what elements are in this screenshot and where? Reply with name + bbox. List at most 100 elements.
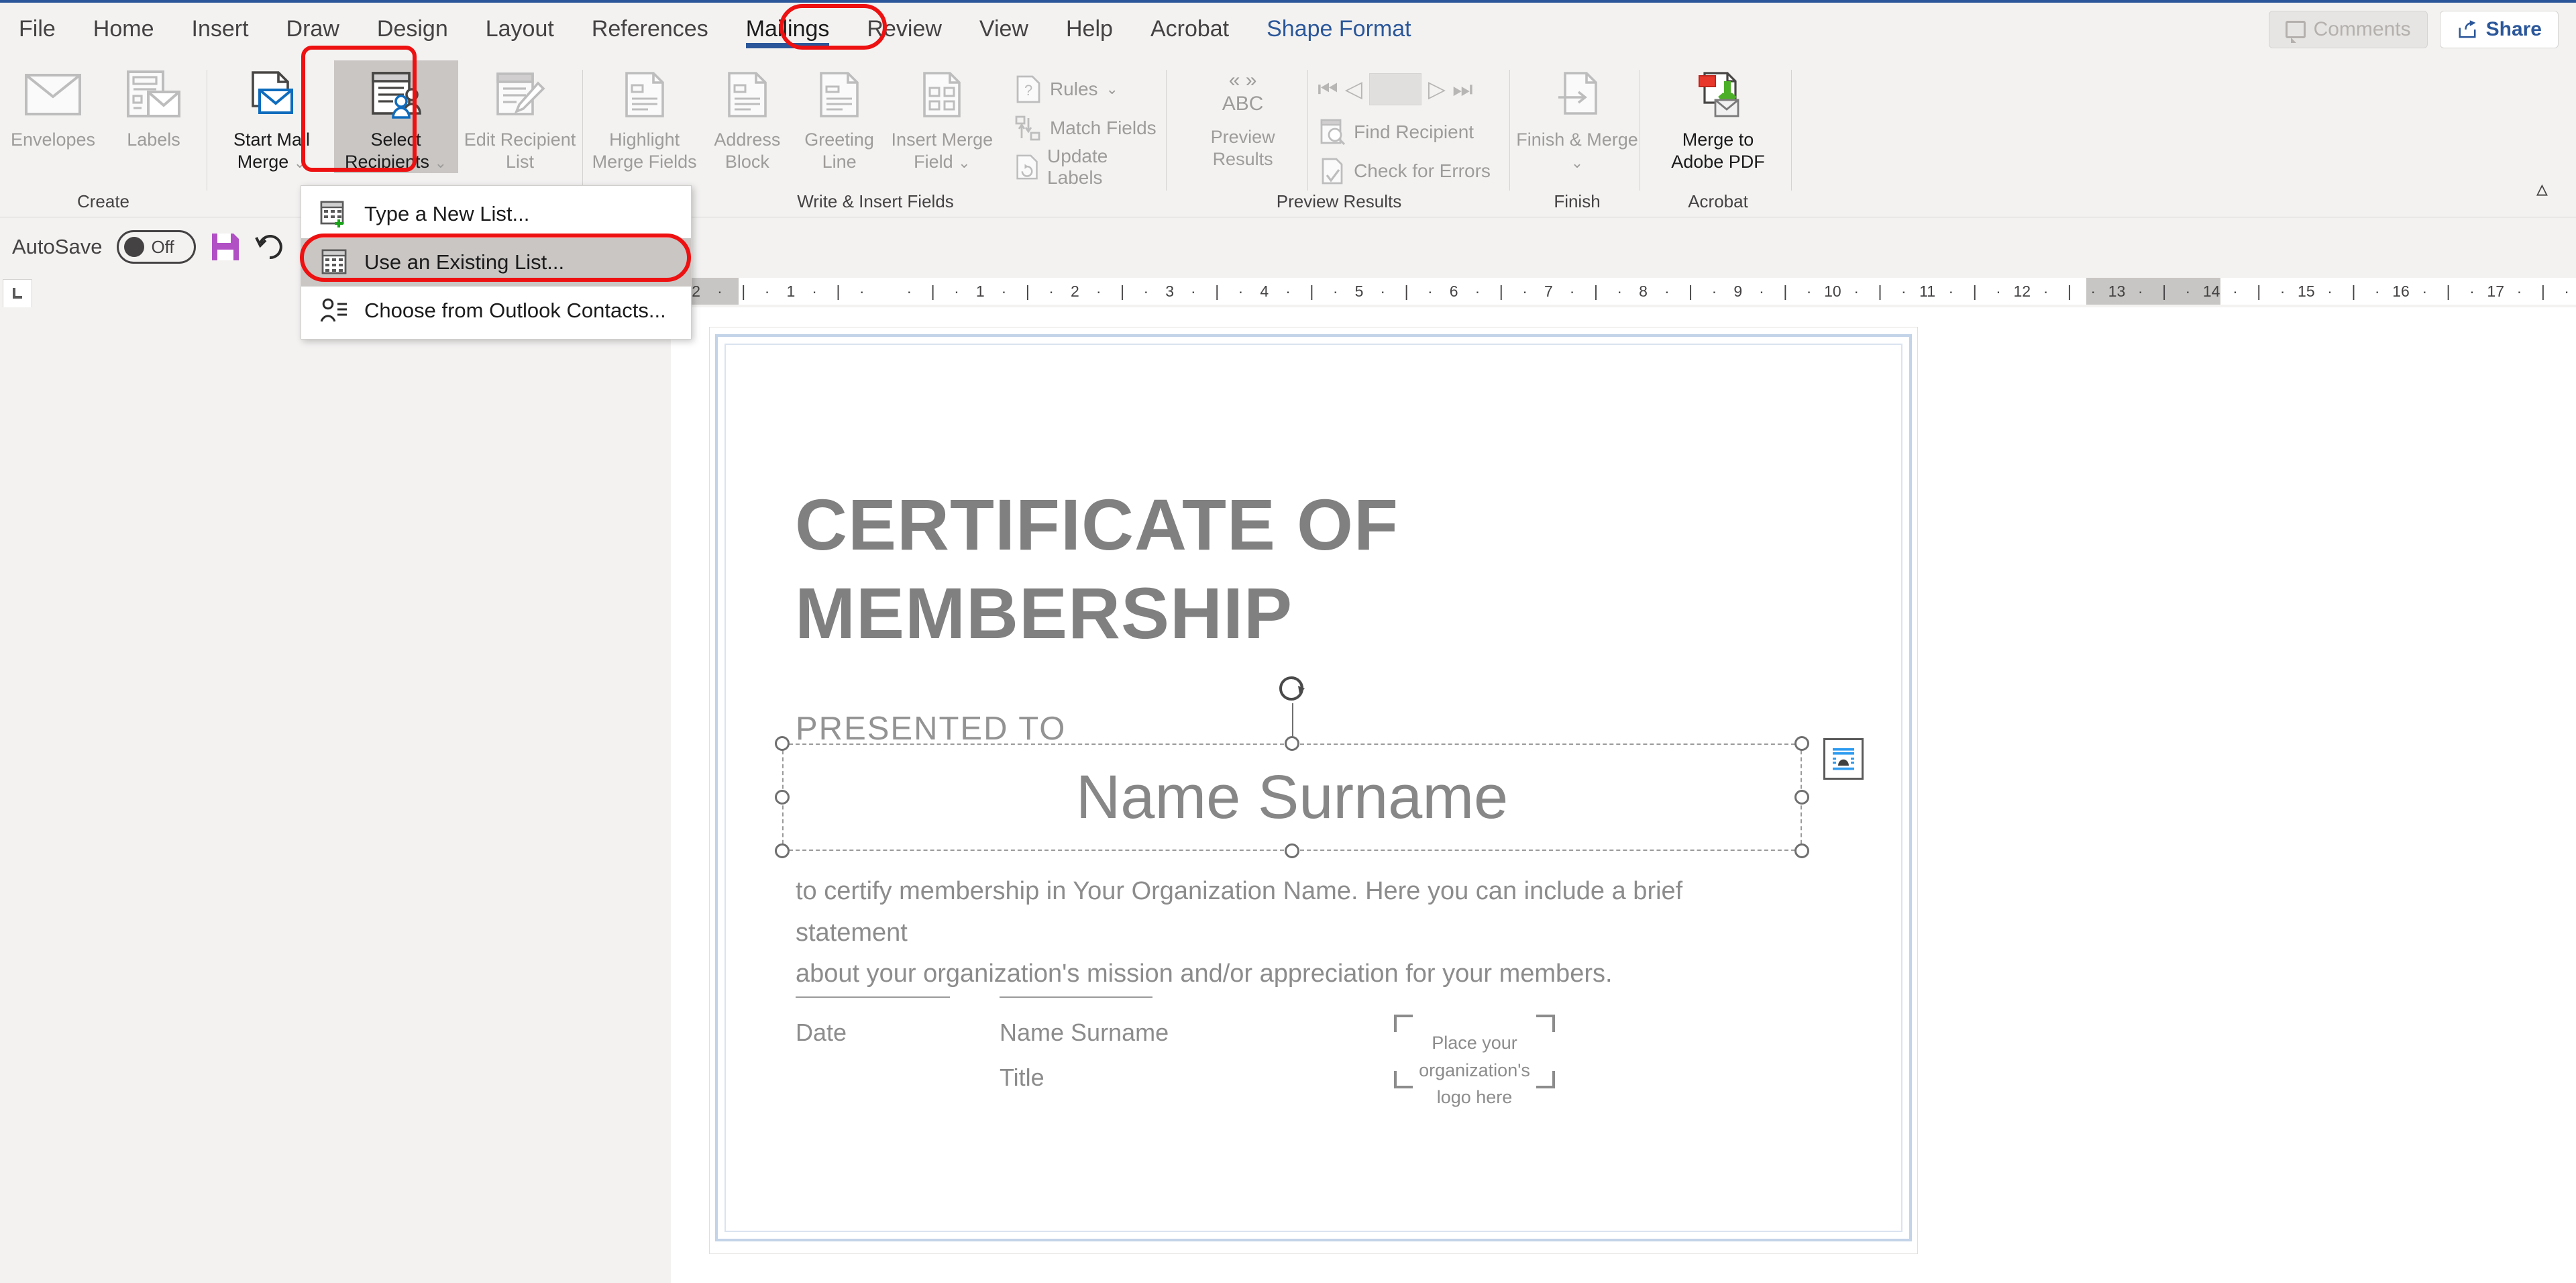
tab-draw[interactable]: Draw [268,3,358,55]
ribbon-button-highlight-merge-fields[interactable]: Highlight Merge Fields [588,60,701,173]
tab-file[interactable]: File [0,3,74,55]
record-number-input[interactable] [1369,73,1421,105]
ribbon-button-update-labels[interactable]: Update Labels [1008,148,1163,187]
share-button[interactable]: Share [2440,11,2559,48]
ribbon-button-finish-merge[interactable]: Finish & Merge ⌄ [1515,60,1640,173]
certificate-body[interactable]: to certify membership in Your Organizati… [796,871,1748,995]
logo-placeholder[interactable]: Place your organization's logo here [1394,1015,1555,1088]
menu-item-type-a-new-list[interactable]: Type a New List... [301,190,691,238]
next-record-icon[interactable]: ▷ [1428,76,1446,103]
menu-item-use-an-existing-list[interactable]: Use an Existing List... [301,238,691,287]
certificate-title-line2: MEMBERSHIP [795,569,1667,658]
ruler-minor-tick: | [1300,283,1324,301]
chevron-up-icon[interactable]: ▵ [2536,175,2548,202]
last-record-icon[interactable]: ⏭ [1452,76,1473,103]
ruler-minor-tick: · [850,283,873,301]
ribbon-group-label-preview-results: Preview Results [1171,191,1507,212]
ribbon-group-label-finish: Finish [1515,191,1640,212]
first-record-icon[interactable]: ⏮ [1318,76,1338,103]
resize-handle-bottom-center[interactable] [1285,843,1299,858]
ruler-minor-tick: · [1845,283,1868,301]
resize-handle-middle-right[interactable] [1794,790,1809,805]
envelope-icon [25,67,81,122]
ruler-minor-tick: · [2413,283,2436,301]
tab-stop-selector[interactable] [3,279,32,309]
tab-home[interactable]: Home [74,3,173,55]
recipient-name-text[interactable]: Name Surname [782,743,1802,851]
ruler-minor-tick: · [1466,283,1489,301]
ribbon-button-start-mail-merge[interactable]: Start Mail Merge ⌄ [210,60,334,173]
ribbon-button-preview-results[interactable]: « » ABC Preview Results [1181,60,1305,170]
ribbon-button-labels[interactable]: Labels [103,60,204,151]
ribbon-button-match-fields[interactable]: Match Fields [1008,109,1163,148]
svg-text:?: ? [1024,82,1032,99]
tab-references[interactable]: References [573,3,727,55]
resize-handle-bottom-right[interactable] [1794,843,1809,858]
ribbon-button-insert-merge-field[interactable]: Insert Merge Field ⌄ [885,60,999,173]
previous-record-icon[interactable]: ◁ [1345,76,1362,103]
ruler-tick: 12 [2010,283,2034,301]
tab-review[interactable]: Review [848,3,960,55]
ribbon-button-address-block[interactable]: Address Block [701,60,793,173]
tab-mailings[interactable]: Mailings [727,3,849,55]
document-page[interactable]: CERTIFICATE OF MEMBERSHIP PRESENTED TO N… [710,327,1917,1253]
ruler-minor-tick: · [1134,283,1158,301]
ribbon-button-envelopes[interactable]: Envelopes [3,60,103,151]
save-icon [211,232,240,262]
layout-options-button[interactable] [1823,738,1864,780]
certificate-title-line1: CERTIFICATE OF [795,480,1667,569]
logo-placeholder-line1: Place your organization's [1394,1029,1555,1084]
ruler-minor-tick: | [826,283,850,301]
menu-item-choose-from-outlook-contacts[interactable]: Choose from Outlook Contacts... [301,287,691,335]
insert-merge-field-label: Insert Merge Field [892,130,994,172]
resize-handle-bottom-left[interactable] [775,843,790,858]
resize-handle-middle-left[interactable] [775,790,790,805]
address-block-label: Address Block [701,129,793,173]
ruler-minor-tick: · [1655,283,1678,301]
tab-layout[interactable]: Layout [467,3,573,55]
tab-help[interactable]: Help [1047,3,1132,55]
comments-button[interactable]: Comments [2269,11,2428,48]
share-icon [2457,19,2478,40]
ribbon-button-select-recipients[interactable]: Select Recipients ⌄ [334,60,458,173]
tab-insert[interactable]: Insert [173,3,268,55]
autosave-toggle[interactable]: Off [117,230,196,264]
ribbon-separator [1307,70,1308,191]
ruler-tick: 11 [1915,283,1939,301]
document-canvas[interactable]: CERTIFICATE OF MEMBERSHIP PRESENTED TO N… [671,307,2576,1283]
word-window: File Home Insert Draw Design Layout Refe… [0,0,2576,1283]
select-recipients-label: Select Recipients [345,130,429,172]
new-list-icon [319,199,350,229]
tab-acrobat[interactable]: Acrobat [1132,3,1248,55]
tab-design[interactable]: Design [358,3,467,55]
tab-shape-format[interactable]: Shape Format [1248,3,1430,55]
ruler-minor-tick: | [1489,283,1513,301]
ribbon-button-rules[interactable]: ? Rules ⌄ [1008,70,1163,109]
undo-button[interactable] [255,234,284,260]
preview-results-icon: « » ABC [1222,67,1264,119]
resize-handle-top-center[interactable] [1285,736,1299,751]
ribbon-button-greeting-line[interactable]: Greeting Line [793,60,885,173]
signature-line-date [796,996,950,998]
resize-handle-top-left[interactable] [775,736,790,751]
ruler-minor-tick: · [2365,283,2389,301]
ribbon-button-check-for-errors[interactable]: Check for Errors [1313,152,1497,191]
ribbon-button-find-recipient[interactable]: Find Recipient [1313,113,1497,152]
ruler-minor-tick: | [1963,283,1986,301]
ribbon-group-finish: Finish & Merge ⌄ Finish [1515,55,1640,217]
certificate-body-line2: about your organization's mission and/or… [796,954,1748,995]
chevron-down-icon: ⌄ [958,154,970,171]
existing-list-icon [319,248,350,277]
ribbon-button-edit-recipient-list[interactable]: Edit Recipient List [458,60,582,173]
ruler-tick: 1 [779,283,802,301]
resize-handle-top-right[interactable] [1794,736,1809,751]
ruler-minor-tick: | [1395,283,1418,301]
ribbon-button-merge-to-adobe-pdf[interactable]: Merge to Adobe PDF [1656,60,1780,173]
selected-text-box[interactable]: Name Surname [782,743,1802,851]
rotate-handle-icon[interactable] [1277,674,1307,705]
tab-view[interactable]: View [961,3,1047,55]
left-gutter [0,307,671,1283]
save-button[interactable] [211,232,240,262]
ruler-minor-tick: · [2176,283,2200,301]
horizontal-ruler[interactable]: 2·|·1·|··|·1·|·2·|·3·|·4·|·5·|·6·|·7·|·8… [684,278,2576,305]
